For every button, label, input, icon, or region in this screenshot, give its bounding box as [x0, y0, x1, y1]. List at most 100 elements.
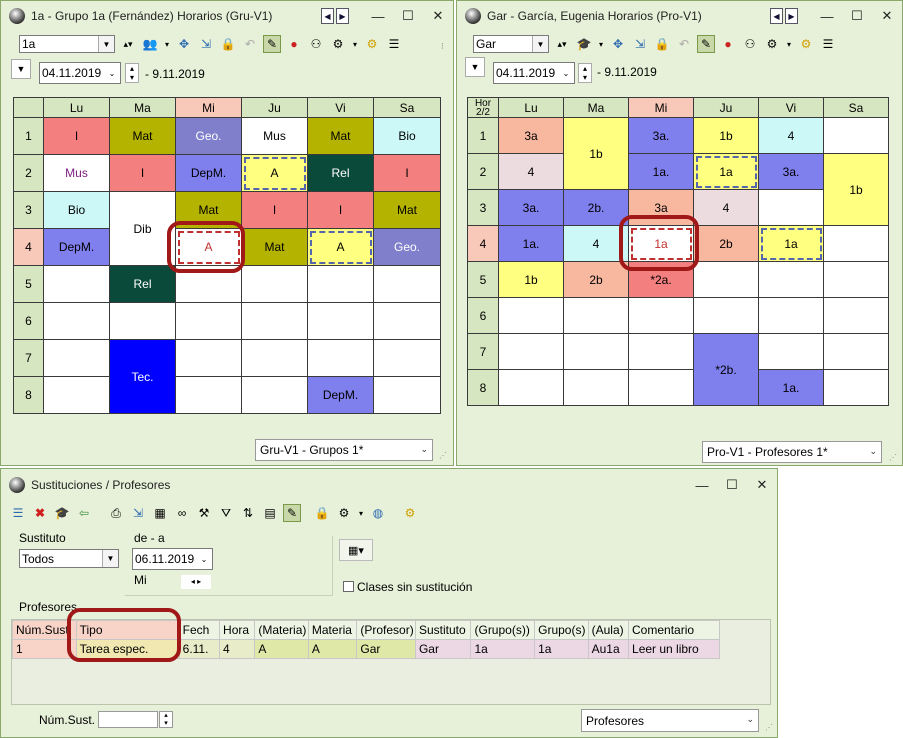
maximize-button[interactable]: ☐ [842, 8, 872, 24]
column-header[interactable]: Comentario [628, 620, 720, 640]
lesson-cell[interactable]: Mat [241, 228, 308, 266]
dropdown-arrow-icon[interactable]: ▾ [351, 35, 359, 53]
empty-cell[interactable] [823, 117, 889, 154]
settings-doc-icon[interactable]: ⚙ [329, 35, 347, 53]
export-icon[interactable]: ⇲ [631, 35, 649, 53]
delete-icon[interactable]: ✖ [31, 504, 49, 522]
lesson-cell[interactable]: 3a [498, 117, 564, 154]
lesson-cell[interactable]: Geo. [373, 228, 441, 266]
undo-icon[interactable]: ↶ [241, 35, 259, 53]
column-header[interactable]: Sustituto [414, 620, 472, 640]
users-icon[interactable]: ⚇ [307, 35, 325, 53]
close-button[interactable]: ✕ [423, 8, 453, 24]
lock-icon[interactable]: 🔒 [219, 35, 237, 53]
lesson-cell[interactable]: Mat [373, 191, 441, 229]
view-selector[interactable]: Pro-V1 - Profesores 1* ⌄ [702, 441, 882, 463]
column-header[interactable]: (Profesor) [356, 620, 416, 640]
lesson-cell[interactable]: 1a. [498, 225, 564, 262]
lesson-cell[interactable]: I [373, 154, 441, 192]
gear-icon[interactable]: ⚙ [401, 504, 419, 522]
lesson-cell[interactable]: DepM. [43, 228, 110, 266]
pin-icon[interactable]: ● [719, 35, 737, 53]
date-spinner[interactable]: ▴ ▾ [125, 63, 139, 83]
empty-cell[interactable] [498, 333, 564, 370]
empty-cell[interactable] [43, 339, 110, 377]
resize-grip-icon[interactable]: ⋰ [439, 451, 447, 460]
table-cell[interactable]: 6.11. [178, 639, 221, 659]
close-button[interactable]: ✕ [872, 8, 902, 24]
table-cell[interactable]: Gar [414, 639, 472, 659]
prev-arrow-icon[interactable]: ◀ [770, 8, 783, 24]
magic-wand-icon[interactable]: ⚒ [195, 504, 213, 522]
calculator-icon[interactable]: ▦ [151, 504, 169, 522]
edit-pen-icon[interactable]: ✎ [283, 504, 301, 522]
maximize-button[interactable]: ☐ [393, 8, 423, 24]
empty-cell[interactable] [175, 339, 242, 377]
table-cell[interactable]: A [254, 639, 309, 659]
dropdown-arrow-icon[interactable]: ▾ [163, 35, 171, 53]
lesson-cell[interactable]: Mus [241, 117, 308, 155]
lesson-cell[interactable]: A [307, 228, 374, 266]
lesson-cell[interactable]: A [241, 154, 308, 192]
date-from-field[interactable]: 04.11.2019 ⌄ [493, 62, 575, 84]
lesson-cell[interactable]: I [109, 154, 176, 192]
lesson-cell[interactable]: 1b [823, 153, 889, 226]
lesson-cell[interactable]: Rel [307, 154, 374, 192]
move-icon[interactable]: ✥ [609, 35, 627, 53]
column-header[interactable]: Fech [178, 620, 221, 640]
maximize-button[interactable]: ☐ [717, 477, 747, 493]
lesson-cell[interactable]: Bio [373, 117, 441, 155]
empty-cell[interactable] [498, 297, 564, 334]
empty-cell[interactable] [373, 302, 441, 340]
print-preview-icon[interactable]: ⎙ [107, 504, 125, 522]
empty-cell[interactable] [563, 297, 629, 334]
lesson-cell[interactable]: 2b [693, 225, 759, 262]
empty-cell[interactable] [307, 265, 374, 303]
column-header[interactable]: Materia [307, 620, 358, 640]
lesson-cell[interactable]: Bio [43, 191, 110, 229]
refresh-globe-icon[interactable]: ◍ [369, 504, 387, 522]
element-selector[interactable]: 1a ▼ [19, 35, 115, 53]
empty-cell[interactable] [693, 297, 759, 334]
empty-cell[interactable] [373, 376, 441, 414]
empty-cell[interactable] [758, 333, 824, 370]
sustituto-select[interactable]: Todos ▼ [19, 549, 119, 568]
empty-cell[interactable] [241, 302, 308, 340]
lock-icon[interactable]: 🔒 [653, 35, 671, 53]
lesson-cell[interactable]: 3a. [628, 117, 694, 154]
column-header[interactable]: (Aula) [587, 620, 630, 640]
lesson-cell[interactable]: 2b [563, 261, 629, 298]
people-icon[interactable]: 👥 [141, 35, 159, 53]
window-titlebar[interactable]: Gar - García, Eugenia Horarios (Pro-V1) … [457, 1, 902, 31]
grid-icon[interactable]: ▤ [261, 504, 279, 522]
empty-cell[interactable] [758, 189, 824, 226]
resize-grip-icon[interactable]: ⋰ [765, 723, 773, 732]
lesson-cell[interactable]: I [307, 191, 374, 229]
empty-cell[interactable] [823, 225, 889, 262]
empty-cell[interactable] [241, 376, 308, 414]
lesson-cell[interactable]: 2b. [563, 189, 629, 226]
import-icon[interactable]: ⇦ [75, 504, 93, 522]
chevron-down-icon[interactable]: ⌄ [558, 63, 574, 83]
gear-icon[interactable]: ⚙ [363, 35, 381, 53]
next-arrow-icon[interactable]: ▶ [336, 8, 349, 24]
empty-cell[interactable] [175, 376, 242, 414]
lesson-cell[interactable]: Dib [109, 191, 176, 266]
lesson-cell[interactable]: *2b. [693, 333, 759, 406]
export-icon[interactable]: ⇲ [197, 35, 215, 53]
next-arrow-icon[interactable]: ▶ [785, 8, 798, 24]
column-header[interactable]: Grupo(s) [534, 620, 589, 640]
empty-cell[interactable] [109, 302, 176, 340]
lesson-cell[interactable]: DepM. [307, 376, 374, 414]
num-sust-input[interactable] [98, 711, 158, 728]
stethoscope-icon[interactable]: ∞ [173, 504, 191, 522]
lesson-cell[interactable]: I [43, 117, 110, 155]
options-dropdown-button[interactable]: ▼ [11, 59, 31, 79]
spin-icon[interactable]: ▴▾ [553, 35, 571, 53]
lesson-cell[interactable]: 1a. [628, 153, 694, 190]
empty-cell[interactable] [628, 333, 694, 370]
unsubstituted-checkbox[interactable] [343, 581, 354, 592]
minimize-button[interactable]: — [812, 9, 842, 24]
lesson-cell[interactable]: I [241, 191, 308, 229]
spin-icon[interactable]: ▴▾ [119, 35, 137, 53]
